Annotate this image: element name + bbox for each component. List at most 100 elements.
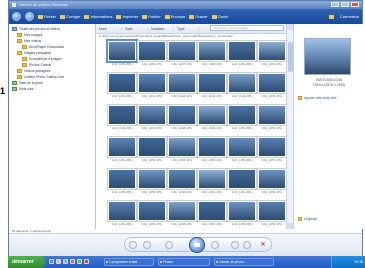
app-icon (12, 3, 16, 7)
quicklaunch-icon[interactable] (77, 259, 82, 264)
menu-file[interactable]: Fichier (38, 14, 56, 19)
photo-thumbnail[interactable] (228, 73, 256, 93)
tree-item-my-pictures[interactable]: Mes images (17, 33, 42, 37)
photo-thumbnail[interactable] (168, 73, 196, 93)
zoom-button[interactable] (129, 241, 137, 249)
add-caption-link[interactable]: Légende (298, 217, 317, 221)
photo-filename: 100_1464.JPG (111, 222, 132, 226)
tree-item-my-videos[interactable]: Mes vidéos (17, 39, 41, 43)
photo-thumbnail[interactable] (168, 137, 196, 157)
photo-thumbnail[interactable] (138, 201, 166, 221)
close-button[interactable] (351, 2, 359, 7)
photo-thumbnail[interactable] (108, 201, 136, 221)
tree-item-windplayer[interactable]: WindPlayer Downloads (22, 45, 64, 49)
photo-thumbnail[interactable] (198, 169, 226, 189)
photo-thumbnail[interactable] (228, 201, 256, 221)
photo-filename: 100_1440.JPG (111, 94, 132, 98)
photo-thumbnail[interactable] (258, 201, 286, 221)
photo-thumbnail[interactable] (168, 201, 196, 221)
rotate-right-button[interactable] (243, 241, 251, 249)
title-bar[interactable]: Galerie de photos Windows (9, 1, 362, 9)
navigation-tree: Toutes les photos et vidéos Mes images M… (9, 24, 96, 229)
menu-print[interactable]: Imprimer (116, 14, 138, 19)
photo-thumbnail[interactable] (228, 169, 256, 189)
next-button[interactable] (211, 241, 219, 249)
photo-thumbnail[interactable] (108, 169, 136, 189)
ie-icon[interactable] (49, 259, 54, 264)
photo-thumbnail[interactable] (138, 137, 166, 157)
photo-thumbnail[interactable] (228, 105, 256, 125)
column-rating[interactable]: Notation (148, 26, 174, 31)
tree-item-all-photos[interactable]: Toutes les photos et vidéos (12, 27, 60, 31)
photo-thumbnail[interactable] (138, 73, 166, 93)
tree-item-shared-pictures[interactable]: Images partagées (17, 51, 51, 55)
photo-filename: 100_1408.JPG (201, 62, 222, 66)
photo-thumbnail[interactable] (138, 41, 166, 61)
tree-item-shared-videos[interactable]: Vidéos partagées (17, 69, 50, 73)
photo-thumbnail[interactable] (258, 137, 286, 157)
photo-thumbnail[interactable] (228, 137, 256, 157)
photo-thumbnail[interactable] (168, 169, 196, 189)
back-button[interactable] (12, 12, 21, 21)
photo-filename: 100_1463.JPG (261, 190, 282, 194)
photo-thumbnail[interactable] (258, 169, 286, 189)
tree-item-sample-pictures[interactable]: Échantillons d'images (22, 57, 62, 61)
actual-size-button[interactable] (143, 241, 151, 249)
explorer-icon[interactable] (56, 259, 61, 264)
photo-thumbnail[interactable] (228, 41, 256, 61)
menu-email[interactable]: Envoyer (164, 14, 185, 19)
photo-thumbnail[interactable] (138, 105, 166, 125)
photo-thumbnail[interactable] (108, 73, 136, 93)
search-input[interactable]: Rechercher dans la galerie (210, 25, 284, 31)
menu-open[interactable]: Ouvrir (211, 14, 229, 19)
media-icon[interactable] (70, 259, 75, 264)
previous-button[interactable] (165, 241, 173, 249)
photo-filename: 100_1441.JPG (141, 94, 162, 98)
app-icon[interactable] (84, 259, 89, 264)
photo-thumbnail[interactable] (258, 73, 286, 93)
photo-thumbnail[interactable] (258, 41, 286, 61)
menu-publish[interactable]: Publier (142, 14, 161, 19)
menu-burn[interactable]: Graver (189, 14, 208, 19)
sign-in-link[interactable]: Connexion (340, 14, 359, 19)
tree-item-tags[interactable]: Mots-clés (12, 87, 34, 91)
photo-thumbnail[interactable] (198, 73, 226, 93)
column-date[interactable]: Date (122, 26, 148, 31)
photo-thumbnail[interactable] (108, 105, 136, 125)
photo-thumbnail[interactable] (198, 201, 226, 221)
photo-filename: 100_1445.JPG (261, 94, 282, 98)
start-button[interactable]: démarrer (8, 256, 45, 268)
photo-thumbnail[interactable] (168, 41, 196, 61)
menu-info[interactable]: Informations (84, 14, 112, 19)
photo-thumbnail[interactable] (168, 105, 196, 125)
taskbar-button-gallery[interactable]: Galerie de photos ... (214, 258, 274, 266)
minimize-button[interactable] (331, 2, 339, 7)
photo-thumbnail[interactable] (108, 41, 136, 61)
slideshow-button[interactable] (189, 237, 205, 253)
photo-thumbnail[interactable] (198, 137, 226, 157)
forward-button[interactable] (25, 12, 34, 21)
tree-item-gallery-live[interactable]: Lecteur Photo Gallery Live (17, 75, 64, 79)
help-button[interactable] (328, 14, 334, 19)
photo-thumbnail[interactable] (198, 105, 226, 125)
command-bar: Fichier Corriger Informations Imprimer P… (9, 9, 362, 24)
tree-item-photos-gallery[interactable]: Photos Galerie (22, 63, 51, 67)
photo-thumbnail[interactable] (198, 41, 226, 61)
taskbar-button-installer[interactable]: 2 programme install... (104, 258, 154, 266)
delete-icon[interactable]: ✕ (259, 241, 267, 249)
maximize-button[interactable] (341, 2, 349, 7)
photo-thumbnail[interactable] (138, 169, 166, 189)
menu-fix[interactable]: Corriger (60, 14, 80, 19)
photo-thumbnail[interactable] (258, 105, 286, 125)
taskbar-button-photos[interactable]: Photos (158, 258, 210, 266)
tree-item-date-taken[interactable]: Date de la prise (12, 81, 43, 85)
rotate-left-button[interactable] (231, 241, 239, 249)
photo-filename: 100_1467.JPG (201, 222, 222, 226)
publish-icon (142, 14, 148, 19)
add-tag-link[interactable]: Ajouter des mots-clés (298, 96, 337, 100)
desktop-icon[interactable] (63, 259, 68, 264)
folder-icon (22, 57, 27, 61)
column-type[interactable]: Type (174, 26, 200, 31)
column-name[interactable]: Nom (96, 26, 122, 31)
photo-thumbnail[interactable] (108, 137, 136, 157)
